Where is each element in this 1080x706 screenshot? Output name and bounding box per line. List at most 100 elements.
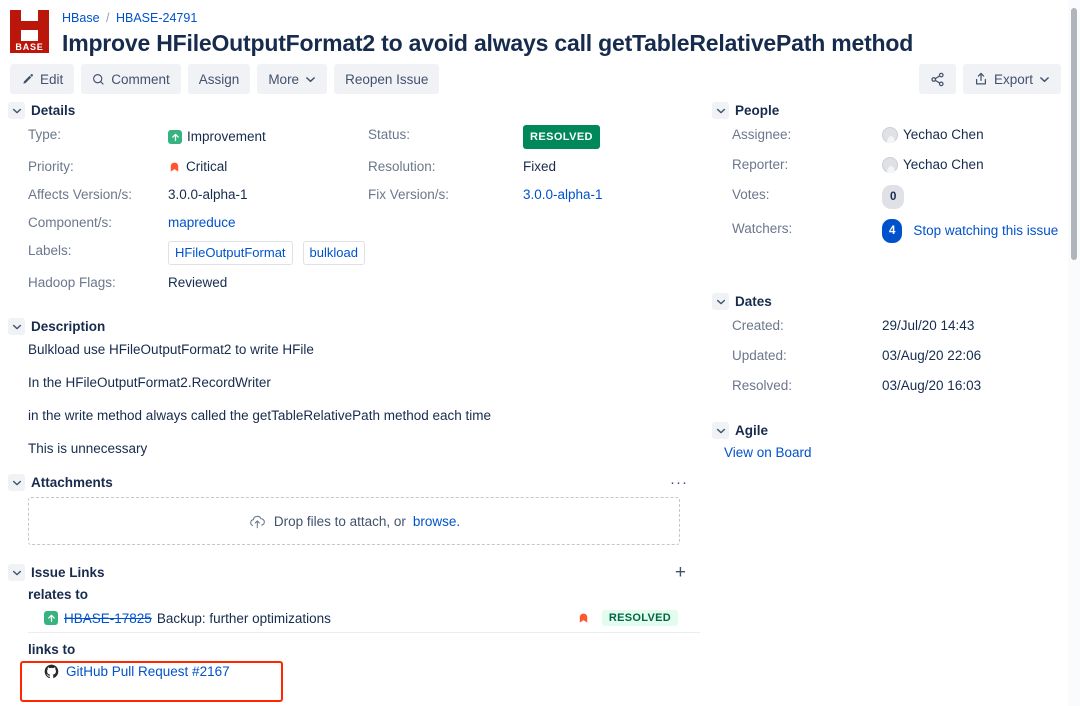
affects-version-label: Affects Version/s: xyxy=(28,187,133,202)
collapse-dates-icon[interactable] xyxy=(712,293,729,310)
toolbar-right-group: Export xyxy=(918,64,1068,94)
affects-version-value: 3.0.0-alpha-1 xyxy=(168,187,248,202)
reporter-value: Yechao Chen xyxy=(903,157,984,172)
share-icon xyxy=(930,72,945,87)
comment-button[interactable]: Comment xyxy=(81,64,181,94)
type-label: Type: xyxy=(28,127,62,142)
browse-link[interactable]: browse. xyxy=(413,514,460,529)
upload-cloud-icon xyxy=(248,512,267,531)
watchers-value-cell: 4 Stop watching this issue xyxy=(882,219,1080,243)
attachments-section-title: Attachments xyxy=(31,475,113,490)
export-icon xyxy=(974,72,988,86)
assignee-value-cell: Yechao Chen xyxy=(882,125,1080,145)
details-spacer-6 xyxy=(523,273,700,293)
collapse-details-icon[interactable] xyxy=(8,102,25,119)
label-chip[interactable]: bulkload xyxy=(302,241,365,265)
comment-icon xyxy=(92,73,105,86)
details-spacer-5 xyxy=(368,273,523,293)
improvement-icon xyxy=(44,611,58,625)
issue-links-section-title: Issue Links xyxy=(31,565,105,580)
github-pull-request-link[interactable]: GitHub Pull Request #2167 xyxy=(66,664,230,679)
type-value: Improvement xyxy=(187,129,266,144)
breadcrumb-project-link[interactable]: HBase xyxy=(62,11,100,25)
reporter-value-cell: Yechao Chen xyxy=(882,155,1080,175)
people-section-title: People xyxy=(735,103,780,118)
resolved-label: Resolved: xyxy=(732,378,793,393)
watchers-badge: 4 xyxy=(882,219,903,243)
page-scrollbar-track[interactable] xyxy=(1068,0,1080,706)
issue-content: Details Type: Improvement Status: RESOLV… xyxy=(0,94,1080,679)
stop-watching-link[interactable]: Stop watching this issue xyxy=(913,221,1058,241)
issue-links-section-header: Issue Links + xyxy=(8,563,700,582)
hadoop-flags-label: Hadoop Flags: xyxy=(28,275,116,290)
component-link[interactable]: mapreduce xyxy=(168,213,236,233)
linked-issue-meta: RESOLVED xyxy=(577,610,700,626)
collapse-issue-links-icon[interactable] xyxy=(8,564,25,581)
issue-toolbar: Edit Comment Assign More Reopen Issue Ex… xyxy=(0,58,1080,94)
label-chip[interactable]: HFileOutputFormat xyxy=(168,241,293,265)
collapse-description-icon[interactable] xyxy=(8,318,25,335)
critical-priority-icon xyxy=(577,612,590,625)
collapse-people-icon[interactable] xyxy=(712,102,729,119)
attachment-dropzone[interactable]: Drop files to attach, or browse. xyxy=(28,497,680,545)
description-paragraph: Bulkload use HFileOutputFormat2 to write… xyxy=(28,342,314,357)
issue-link-row[interactable]: HBASE-17825 Backup: further optimization… xyxy=(28,606,700,633)
share-button[interactable] xyxy=(918,64,956,94)
assign-button[interactable]: Assign xyxy=(187,64,251,94)
page-scrollbar-thumb[interactable] xyxy=(1071,8,1077,260)
more-button[interactable]: More xyxy=(257,64,328,94)
logo-wordmark: BASE xyxy=(10,41,49,53)
assign-button-label: Assign xyxy=(198,71,240,87)
fix-version-label: Fix Version/s: xyxy=(368,187,450,202)
linked-issue-status-badge: RESOLVED xyxy=(601,610,678,626)
component-value-cell: mapreduce xyxy=(168,213,368,233)
priority-label: Priority: xyxy=(28,159,74,174)
linked-issue-key[interactable]: HBASE-17825 xyxy=(64,611,152,626)
breadcrumb-issue-link[interactable]: HBASE-24791 xyxy=(116,11,197,25)
attachments-section-header: Attachments ··· xyxy=(8,474,700,491)
resolution-value: Fixed xyxy=(523,159,557,174)
view-on-board-link[interactable]: View on Board xyxy=(712,445,1080,460)
created-value: 29/Jul/20 14:43 xyxy=(882,318,975,333)
fix-version-link[interactable]: 3.0.0-alpha-1 xyxy=(523,185,603,205)
dropzone-text: Drop files to attach, or xyxy=(273,513,406,529)
description-body: Bulkload use HFileOutputFormat2 to write… xyxy=(8,341,700,458)
labels-value-cell: HFileOutputFormat bulkload xyxy=(168,241,368,265)
description-paragraph: in the write method always called the ge… xyxy=(28,408,492,423)
assignee-value: Yechao Chen xyxy=(903,127,984,142)
status-badge: RESOLVED xyxy=(523,125,600,149)
votes-badge: 0 xyxy=(882,185,905,209)
collapse-agile-icon[interactable] xyxy=(712,422,729,439)
avatar xyxy=(882,157,898,173)
link-group-title: relates to xyxy=(28,587,89,602)
collapse-attachments-icon[interactable] xyxy=(8,474,25,491)
details-spacer-1 xyxy=(368,213,523,233)
breadcrumb: HBase / HBASE-24791 xyxy=(62,6,913,26)
export-button[interactable]: Export xyxy=(962,64,1061,94)
status-label: Status: xyxy=(368,127,411,142)
priority-value-cell: Critical xyxy=(168,157,368,177)
resolution-label: Resolution: xyxy=(368,159,436,174)
description-paragraph: This is unnecessary xyxy=(28,441,148,456)
add-issue-link-icon[interactable]: + xyxy=(675,563,686,582)
details-spacer-4 xyxy=(523,241,700,265)
details-section-header: Details xyxy=(8,102,700,119)
agile-section-title: Agile xyxy=(735,423,769,438)
votes-label: Votes: xyxy=(732,187,770,202)
created-label: Created: xyxy=(732,318,784,333)
linked-issue-summary: Backup: further optimizations xyxy=(156,610,331,626)
people-section-header: People xyxy=(712,102,1080,119)
export-button-label: Export xyxy=(993,71,1033,87)
hbase-logo: BASE xyxy=(8,8,54,54)
component-label: Component/s: xyxy=(28,215,113,230)
attachments-options-icon[interactable]: ··· xyxy=(670,474,688,491)
issue-links-body: relates to HBASE-17825 Backup: further o… xyxy=(8,587,700,679)
edit-button[interactable]: Edit xyxy=(10,64,75,94)
reopen-issue-button[interactable]: Reopen Issue xyxy=(334,64,440,94)
link-group-title: links to xyxy=(28,642,76,657)
github-link-row[interactable]: GitHub Pull Request #2167 xyxy=(28,661,700,679)
breadcrumb-separator: / xyxy=(106,11,110,25)
comment-button-label: Comment xyxy=(111,71,170,87)
github-icon xyxy=(44,664,59,679)
assignee-label: Assignee: xyxy=(732,127,792,142)
